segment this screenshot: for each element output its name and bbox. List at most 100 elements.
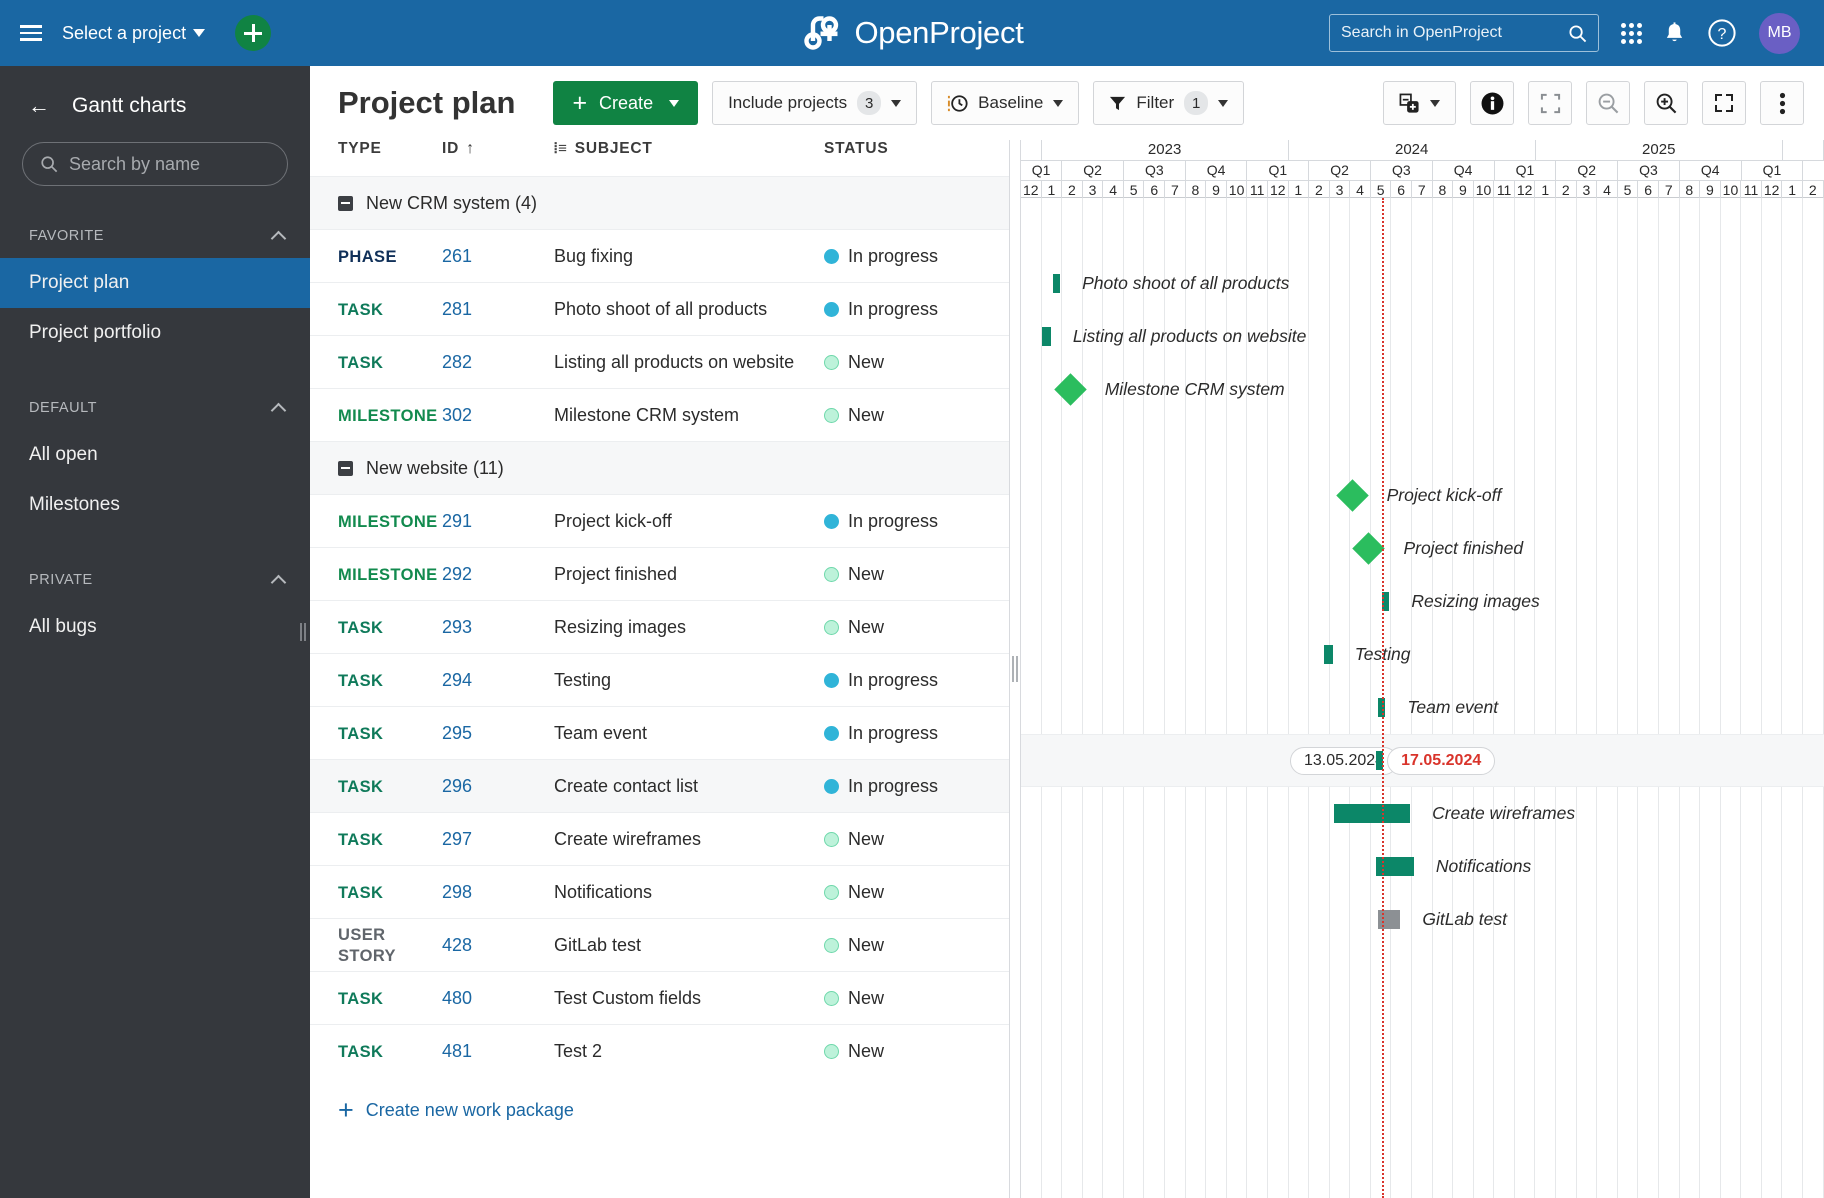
gantt-row[interactable]: Create wireframes (1021, 787, 1824, 840)
gantt-row[interactable]: Resizing images (1021, 575, 1824, 628)
sidebar-section-header-default[interactable]: DEFAULT (0, 386, 310, 430)
column-header-type[interactable]: TYPE (310, 140, 442, 177)
gantt-row[interactable]: Testing (1021, 628, 1824, 681)
collapse-group-icon[interactable] (338, 195, 353, 211)
gantt-row[interactable]: GitLab test (1021, 893, 1824, 946)
gantt-row[interactable]: Project finished (1021, 522, 1824, 575)
gantt-row[interactable]: Photo shoot of all products (1021, 257, 1824, 310)
row-subject[interactable]: Bug fixing (554, 229, 824, 283)
gantt-row[interactable]: Team event (1021, 681, 1824, 734)
group-row-crm[interactable]: New CRM system (4) (310, 176, 1009, 230)
table-row[interactable]: TASK 481 Test 2 New (310, 1024, 1009, 1078)
row-subject[interactable]: Test 2 (554, 1024, 824, 1078)
status-badge[interactable]: New (824, 1041, 1009, 1062)
row-subject[interactable]: Create wireframes (554, 812, 824, 866)
table-row[interactable]: PHASE 261 Bug fixing In progress (310, 229, 1009, 283)
row-id[interactable]: 282 (442, 352, 472, 372)
row-subject[interactable]: Milestone CRM system (554, 388, 824, 442)
gantt-milestone-diamond[interactable] (1053, 373, 1087, 406)
gantt-row[interactable]: Notifications (1021, 840, 1824, 893)
status-badge[interactable]: New (824, 564, 1009, 585)
collapse-group-icon[interactable] (338, 460, 353, 476)
status-badge[interactable]: New (824, 405, 1009, 426)
row-id[interactable]: 295 (442, 723, 472, 743)
row-subject[interactable]: Team event (554, 706, 824, 760)
sidebar-section-header-favorite[interactable]: FAVORITE (0, 214, 310, 258)
zoom-in-button[interactable] (1644, 81, 1688, 125)
row-subject[interactable]: GitLab test (554, 918, 824, 972)
group-row-website[interactable]: New website (11) (310, 441, 1009, 495)
table-row[interactable]: MILESTONE 302 Milestone CRM system New (310, 388, 1009, 442)
row-id[interactable]: 292 (442, 564, 472, 584)
row-id[interactable]: 291 (442, 511, 472, 531)
gantt-row[interactable] (1021, 999, 1824, 1052)
gantt-row[interactable]: 13.05.2024 17.05.2024 (1021, 734, 1824, 787)
table-row[interactable]: TASK 281 Photo shoot of all products In … (310, 282, 1009, 336)
gantt-bar[interactable] (1041, 327, 1051, 346)
row-subject[interactable]: Create contact list (554, 759, 824, 813)
gantt-row[interactable] (1021, 204, 1824, 257)
column-header-id[interactable]: ID ↑ (442, 140, 554, 177)
status-badge[interactable]: New (824, 988, 1009, 1009)
pane-resize-handle[interactable] (1010, 140, 1020, 1198)
status-badge[interactable]: In progress (824, 511, 1009, 532)
sidebar-item-project-plan[interactable]: Project plan (0, 258, 310, 308)
zoom-out-button[interactable] (1586, 81, 1630, 125)
table-row[interactable]: MILESTONE 292 Project finished New (310, 547, 1009, 601)
fit-to-screen-button[interactable] (1528, 81, 1572, 125)
row-id[interactable]: 261 (442, 246, 472, 266)
column-header-status[interactable]: STATUS (824, 140, 1009, 177)
status-badge[interactable]: New (824, 882, 1009, 903)
sidebar-section-header-private[interactable]: PRIVATE (0, 558, 310, 602)
table-row[interactable]: TASK 297 Create wireframes New (310, 812, 1009, 866)
arrow-left-icon[interactable]: ← (28, 95, 50, 117)
sidebar-item-milestones[interactable]: Milestones (0, 480, 310, 530)
status-badge[interactable]: New (824, 617, 1009, 638)
row-subject[interactable]: Listing all products on website (554, 335, 824, 389)
status-badge[interactable]: In progress (824, 299, 1009, 320)
row-id[interactable]: 480 (442, 988, 472, 1008)
status-badge[interactable]: In progress (824, 246, 1009, 267)
row-id[interactable]: 298 (442, 882, 472, 902)
table-row[interactable]: TASK 282 Listing all products on website… (310, 335, 1009, 389)
row-subject[interactable]: Project finished (554, 547, 824, 601)
info-button[interactable] (1470, 81, 1514, 125)
table-row[interactable]: TASK 295 Team event In progress (310, 706, 1009, 760)
add-button[interactable] (235, 15, 272, 51)
table-row[interactable]: TASK 294 Testing In progress (310, 653, 1009, 707)
bell-icon[interactable] (1664, 21, 1685, 45)
status-badge[interactable]: In progress (824, 723, 1009, 744)
grid-modules-icon[interactable] (1621, 22, 1642, 44)
row-id[interactable]: 428 (442, 935, 472, 955)
gantt-milestone-diamond[interactable] (1335, 479, 1369, 512)
row-subject[interactable]: Notifications (554, 865, 824, 919)
gantt-row[interactable] (1021, 416, 1824, 469)
table-row[interactable]: TASK 293 Resizing images New (310, 600, 1009, 654)
project-selector[interactable]: Select a project (62, 23, 209, 44)
status-badge[interactable]: New (824, 935, 1009, 956)
sidebar-item-project-portfolio[interactable]: Project portfolio (0, 308, 310, 358)
gantt-bar[interactable] (1334, 804, 1411, 823)
table-row[interactable]: TASK 298 Notifications New (310, 865, 1009, 919)
row-id[interactable]: 281 (442, 299, 472, 319)
status-badge[interactable]: New (824, 352, 1009, 373)
create-button[interactable]: + Create (553, 81, 699, 125)
collapse-expand-button[interactable] (1383, 81, 1456, 125)
gantt-bar[interactable] (1323, 645, 1333, 664)
row-id[interactable]: 294 (442, 670, 472, 690)
hamburger-icon[interactable] (0, 0, 62, 66)
gantt-bar[interactable] (1053, 274, 1061, 293)
status-badge[interactable]: New (824, 829, 1009, 850)
table-row[interactable]: TASK 296 Create contact list In progress (310, 759, 1009, 813)
status-badge[interactable]: In progress (824, 670, 1009, 691)
gantt-row[interactable] (1021, 946, 1824, 999)
row-subject[interactable]: Photo shoot of all products (554, 282, 824, 336)
table-row[interactable]: MILESTONE 291 Project kick-off In progre… (310, 494, 1009, 548)
gantt-row[interactable]: Project kick-off (1021, 469, 1824, 522)
row-id[interactable]: 293 (442, 617, 472, 637)
sidebar-item-all-open[interactable]: All open (0, 430, 310, 480)
include-projects-button[interactable]: Include projects 3 (712, 81, 918, 125)
table-row[interactable]: USER STORY 428 GitLab test New (310, 918, 1009, 972)
column-header-subject[interactable]: ⦙≡ SUBJECT (554, 140, 824, 177)
row-subject[interactable]: Project kick-off (554, 494, 824, 548)
